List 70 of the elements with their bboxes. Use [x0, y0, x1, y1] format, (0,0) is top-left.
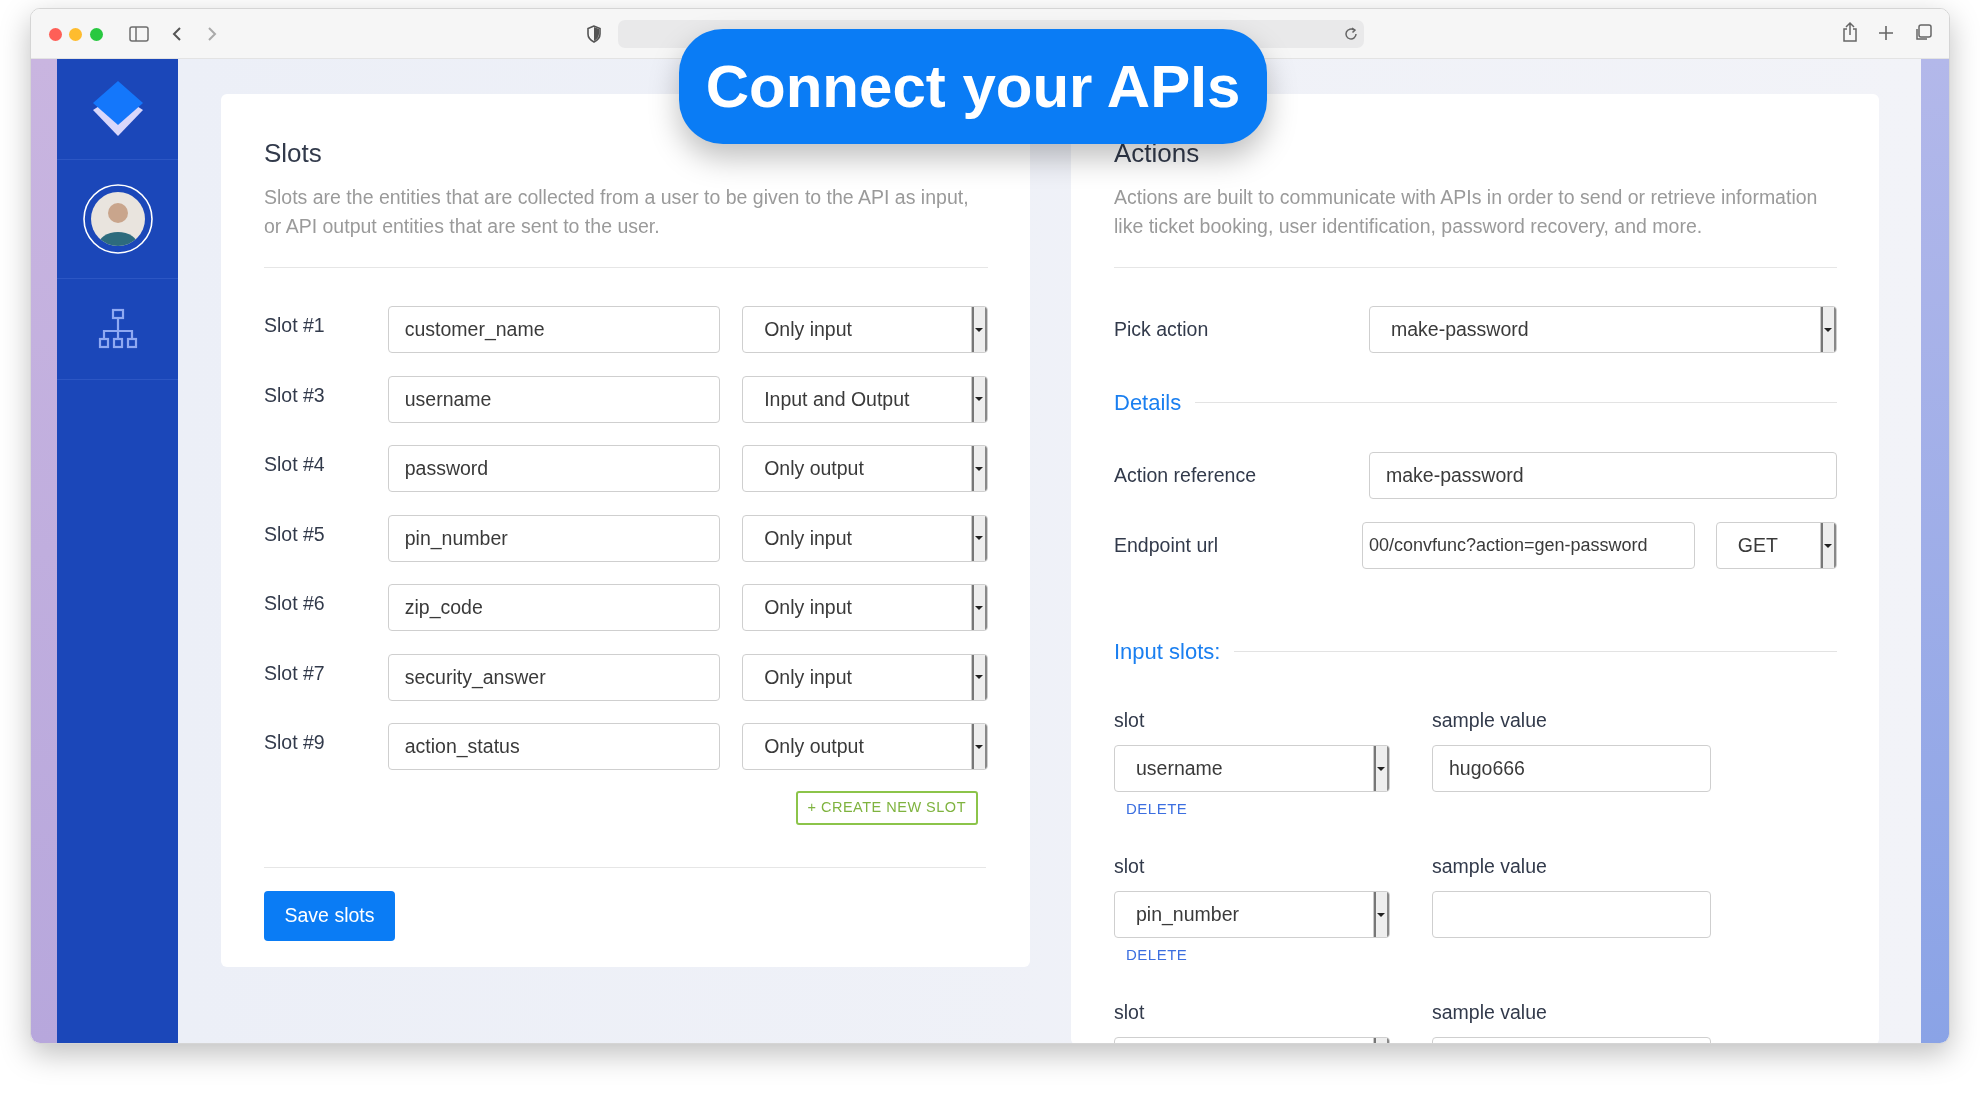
caret-icon	[974, 466, 983, 471]
section-heading: Details	[1114, 389, 1182, 418]
input-field[interactable]: password	[387, 445, 721, 493]
dropdown[interactable]: pin_number	[1114, 891, 1390, 939]
input-field[interactable]: 00/convfunc?action=gen-password	[1361, 522, 1695, 570]
slot-label: Slot #7	[264, 660, 326, 686]
field-label: Action reference	[1114, 463, 1257, 489]
field-label: sample value	[1432, 1000, 1548, 1026]
field-label: sample value	[1432, 854, 1548, 880]
field-label: Pick action	[1114, 317, 1210, 343]
sitemap-icon[interactable]	[96, 308, 139, 350]
dropdown[interactable]: Only output	[742, 723, 988, 771]
panel-title: Slots	[264, 138, 323, 170]
dropdown[interactable]: make-password	[1369, 306, 1837, 354]
field-label: slot	[1114, 854, 1146, 880]
input-field[interactable]: action_status	[387, 723, 721, 771]
dropdown[interactable]: Only input	[742, 306, 988, 354]
field-label: Endpoint url	[1114, 533, 1220, 559]
delete-link[interactable]: DELETE	[1126, 798, 1188, 821]
caret-icon	[974, 327, 983, 332]
dropdown[interactable]: Only input	[742, 584, 988, 632]
reload-icon[interactable]	[1344, 27, 1358, 41]
dropdown[interactable]: GET	[1715, 522, 1837, 570]
panel-description: Slots are the entities that are collected from a user to be given to the API as input, or API output entities that are sent to the user.	[264, 185, 970, 240]
caret-icon	[974, 744, 983, 749]
slot-label: Slot #4	[264, 452, 326, 478]
caret-icon	[1376, 912, 1385, 917]
input-field[interactable]: security_answer	[387, 653, 721, 701]
input-field[interactable]	[1432, 891, 1711, 939]
caret-icon	[974, 675, 983, 680]
dropdown[interactable]: Only output	[742, 445, 988, 493]
caret-icon	[1823, 327, 1832, 332]
new-tab-icon[interactable]	[1878, 25, 1894, 41]
caret-icon	[1823, 543, 1832, 548]
input-field[interactable]: hugo666	[1432, 745, 1711, 793]
input-field[interactable]: username	[387, 375, 721, 423]
field-label: slot	[1114, 1000, 1146, 1026]
save-button[interactable]: Save slots	[264, 890, 395, 941]
panel-description: Actions are built to communicate with APIs in order to send or retrieve information like ticket booking, user identification, password recovery, and more.	[1114, 185, 1819, 240]
input-field[interactable]: make-password	[1369, 452, 1837, 500]
input-field[interactable]: zip_code	[387, 584, 721, 632]
back-icon[interactable]	[172, 26, 182, 42]
logo-icon[interactable]	[90, 80, 145, 138]
sidebar-toggle-icon[interactable]	[129, 26, 149, 42]
field-label: sample value	[1432, 708, 1548, 734]
delete-link[interactable]: DELETE	[1126, 944, 1188, 967]
avatar[interactable]	[82, 184, 153, 254]
shield-icon[interactable]	[586, 25, 602, 43]
slot-label: Slot #5	[264, 521, 326, 547]
slot-label: Slot #3	[264, 382, 326, 408]
caret-icon	[974, 397, 983, 402]
dropdown[interactable]: username	[1114, 745, 1390, 793]
promo-toast: Connect your APIs	[679, 29, 1267, 144]
share-icon[interactable]	[1842, 21, 1858, 43]
slot-label: Slot #9	[264, 730, 326, 756]
forward-icon[interactable]	[207, 26, 217, 42]
section-heading: Input slots:	[1114, 638, 1221, 667]
dropdown[interactable]: Input and Output	[742, 375, 988, 423]
dropdown[interactable]: Only input	[742, 653, 988, 701]
input-field[interactable]: pin_number	[387, 514, 721, 562]
close-window-button[interactable]	[49, 28, 62, 41]
input-field[interactable]: customer_name	[387, 306, 721, 354]
caret-icon	[974, 605, 983, 610]
slot-label: Slot #1	[264, 313, 326, 339]
dropdown[interactable]: Only input	[742, 514, 988, 562]
slot-label: Slot #6	[264, 591, 326, 617]
field-label: slot	[1114, 708, 1146, 734]
tabs-overview-icon[interactable]	[1914, 24, 1932, 42]
caret-icon	[974, 536, 983, 541]
caret-icon	[1376, 766, 1385, 771]
